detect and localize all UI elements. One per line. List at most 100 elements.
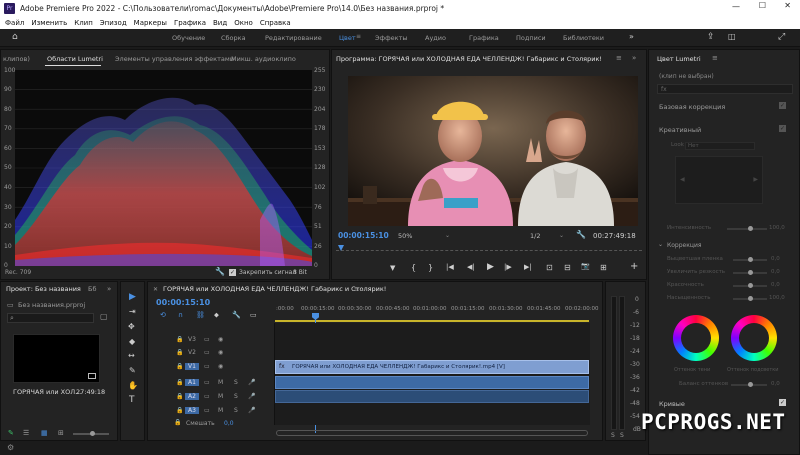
track-a1-label[interactable]: A1 <box>185 379 199 386</box>
menu-view[interactable]: Вид <box>213 19 227 27</box>
solo-left-button[interactable]: S <box>611 432 615 439</box>
sync-icon[interactable]: ▭ <box>204 336 210 343</box>
workspace-color[interactable]: Цвет <box>339 34 356 42</box>
playhead-scrubber[interactable] <box>336 245 642 251</box>
ripple-edit-tool[interactable]: ✥ <box>128 322 135 331</box>
step-forward-button[interactable]: |▶ <box>504 263 512 271</box>
track-select-tool[interactable]: ⇥ <box>129 307 136 316</box>
creative-checkbox[interactable]: ✓ <box>779 125 786 132</box>
workspace-audio[interactable]: Аудио <box>425 34 446 42</box>
workspace-captions[interactable]: Подписи <box>516 34 546 42</box>
menu-markers[interactable]: Маркеры <box>134 19 167 27</box>
track-a2-label[interactable]: A2 <box>185 393 199 400</box>
lumetri-menu-icon[interactable]: ≡ <box>712 54 718 62</box>
faded-film-value[interactable]: 0,0 <box>771 256 780 262</box>
look-select[interactable]: Нет <box>685 142 755 150</box>
home-icon[interactable]: ⌂ <box>12 32 18 42</box>
tint-balance-value[interactable]: 0,0 <box>771 381 780 387</box>
extract-button[interactable]: ⊟ <box>564 263 571 272</box>
correction-chevron-icon[interactable]: ⌄ <box>658 241 663 248</box>
more-workspaces-icon[interactable]: » <box>629 32 634 41</box>
curves-checkbox[interactable]: ✓ <box>779 399 786 406</box>
intensity-value[interactable]: 100,0 <box>769 225 785 231</box>
bit-depth-select[interactable]: 8 Bit <box>293 269 307 276</box>
tab-effect-controls[interactable]: Элементы управления эффектами <box>115 55 234 63</box>
saturation-slider[interactable] <box>733 296 767 301</box>
wrench-icon[interactable]: 🔧 <box>215 267 225 276</box>
mic-icon[interactable]: 🎤 <box>248 393 255 400</box>
zoom-slider[interactable] <box>73 431 109 436</box>
look-preview[interactable]: ◀ ▶ <box>675 156 763 204</box>
tab-source-clips[interactable]: клипов) <box>3 55 30 63</box>
faded-film-slider[interactable] <box>733 257 767 262</box>
track-v2-label[interactable]: V2 <box>188 349 196 356</box>
mix-value[interactable]: 0,0 <box>224 420 234 427</box>
resolution-chevron-down-icon[interactable]: ⌄ <box>559 232 564 239</box>
correction-header[interactable]: Коррекция <box>667 242 701 249</box>
zoom-chevron-down-icon[interactable]: ⌄ <box>445 232 450 239</box>
workspace-learning[interactable]: Обучение <box>172 34 205 42</box>
timeline-menu-icon[interactable]: ≡ <box>354 285 360 293</box>
type-tool[interactable]: T <box>129 395 135 405</box>
sync-icon[interactable]: ▭ <box>204 393 210 400</box>
close-button[interactable]: ✕ <box>784 1 791 10</box>
workspace-assembly[interactable]: Сборка <box>221 34 246 42</box>
highlight-tint-wheel[interactable] <box>731 315 777 361</box>
menu-graphics[interactable]: Графика <box>174 19 206 27</box>
maximize-button[interactable]: ☐ <box>759 1 766 10</box>
freeform-view-icon[interactable]: ⊞ <box>58 429 64 437</box>
solo-right-button[interactable]: S <box>620 432 624 439</box>
vibrance-value[interactable]: 0,0 <box>771 282 780 288</box>
shadow-tint-wheel[interactable] <box>673 315 719 361</box>
menu-edit[interactable]: Изменить <box>31 19 67 27</box>
mix-lock-icon[interactable]: 🔒 <box>174 419 181 426</box>
menu-clip[interactable]: Клип <box>74 19 93 27</box>
look-next-arrow-icon[interactable]: ▶ <box>753 176 758 183</box>
solo-button[interactable]: S <box>234 407 238 414</box>
workspace-editing[interactable]: Редактирование <box>265 34 322 42</box>
close-sequence-icon[interactable]: ✕ <box>153 286 158 293</box>
lock-icon[interactable]: 🔒 <box>176 336 183 343</box>
step-back-button[interactable]: ◀| <box>467 263 475 271</box>
work-area-bar[interactable] <box>275 320 589 322</box>
minimize-button[interactable]: — <box>732 2 740 11</box>
program-timecode[interactable]: 00:00:15:10 <box>338 231 389 240</box>
pencil-icon[interactable]: ✎ <box>8 429 14 437</box>
sync-icon[interactable]: ▭ <box>204 349 210 356</box>
mic-icon[interactable]: 🎤 <box>248 407 255 414</box>
audio-clip-a2[interactable] <box>275 390 589 403</box>
fullscreen-icon[interactable]: ⤢ <box>778 32 785 42</box>
lock-icon[interactable]: 🔒 <box>176 379 183 386</box>
selection-tool[interactable]: ▶ <box>129 292 136 302</box>
list-view-icon[interactable]: ☰ <box>23 429 29 437</box>
hand-tool[interactable]: ✋ <box>128 381 138 390</box>
menu-file[interactable]: Файл <box>5 19 24 27</box>
nest-icon[interactable]: ⟲ <box>160 311 166 319</box>
lock-icon[interactable]: 🔒 <box>176 363 183 370</box>
notifications-icon[interactable]: ◫ <box>728 32 736 41</box>
basic-correction-header[interactable]: Базовая коррекция <box>659 103 725 111</box>
slip-tool[interactable]: ↔ <box>128 351 135 360</box>
eye-icon[interactable]: ◉ <box>218 349 223 356</box>
workspace-effects[interactable]: Эффекты <box>375 34 408 42</box>
play-button[interactable]: ▶ <box>487 262 494 272</box>
pen-tool[interactable]: ✎ <box>129 366 136 375</box>
timeline-settings-icon[interactable]: 🔧 <box>232 311 241 319</box>
mute-button[interactable]: M <box>218 407 223 414</box>
timeline-scrollbar[interactable] <box>276 430 588 436</box>
sharpen-value[interactable]: 0,0 <box>771 269 780 275</box>
export-frame-button[interactable]: 📷 <box>581 262 590 270</box>
mic-icon[interactable]: 🎤 <box>248 379 255 386</box>
mute-button[interactable]: M <box>218 393 223 400</box>
workspace-color-menu-icon[interactable]: ≡ <box>356 33 361 40</box>
solo-button[interactable]: S <box>234 379 238 386</box>
track-v1-label[interactable]: V1 <box>185 363 199 370</box>
settings-icon[interactable]: 🔧 <box>576 230 586 239</box>
mark-out-button[interactable]: } <box>428 263 433 272</box>
tab-lumetri-scopes[interactable]: Области Lumetri <box>47 55 103 63</box>
go-to-in-button[interactable]: |◀ <box>446 263 454 271</box>
playhead-handle[interactable] <box>312 313 319 320</box>
solo-button[interactable]: S <box>234 393 238 400</box>
clamp-checkbox[interactable]: ✓ <box>229 269 236 276</box>
curves-header[interactable]: Кривые <box>659 400 685 408</box>
